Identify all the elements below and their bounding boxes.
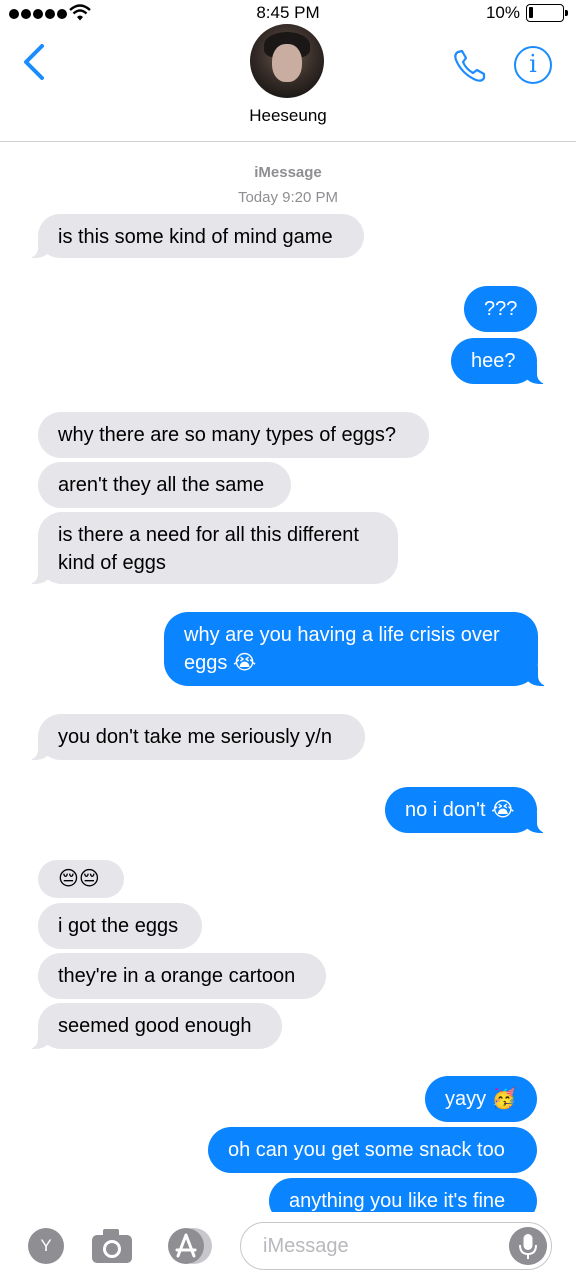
message-incoming[interactable]: is there a need for all this different k…	[28, 512, 398, 584]
thread-timestamp: Today 9:20 PM	[237, 189, 339, 206]
contact-name[interactable]: Heeseung	[0, 106, 576, 126]
message-incoming[interactable]: i got the eggs	[38, 903, 202, 949]
message-incoming[interactable]: you don't take me seriously y/n	[28, 714, 365, 760]
message-input[interactable]: iMessage	[240, 1222, 552, 1270]
camera-icon[interactable]	[90, 1226, 134, 1266]
microphone-icon[interactable]	[509, 1227, 547, 1265]
message-outgoing[interactable]: no i don't 😭	[385, 787, 547, 833]
message-outgoing[interactable]: why are you having a life crisis over eg…	[164, 612, 548, 686]
conversation-header: Heeseung i	[0, 0, 576, 142]
message-outgoing[interactable]: hee?	[451, 338, 547, 384]
message-outgoing[interactable]: oh can you get some snack too	[208, 1127, 537, 1173]
message-incoming[interactable]: aren't they all the same	[38, 462, 291, 508]
service-label: iMessage	[254, 164, 322, 181]
message-incoming[interactable]: seemed good enough	[28, 1003, 282, 1049]
chevron-left-icon[interactable]	[18, 42, 52, 82]
message-outgoing[interactable]: yayy 🥳	[425, 1076, 537, 1122]
message-outgoing[interactable]: ???	[464, 286, 537, 332]
message-incoming[interactable]: is this some kind of mind game	[28, 214, 364, 258]
contact-avatar[interactable]	[250, 24, 324, 98]
phone-icon[interactable]	[450, 46, 490, 86]
appstore-icon[interactable]	[164, 1226, 214, 1266]
message-incoming[interactable]: why there are so many types of eggs?	[38, 412, 429, 458]
message-input-placeholder: iMessage	[263, 1235, 349, 1257]
info-icon[interactable]: i	[514, 46, 552, 84]
message-incoming-emoji[interactable]: 😔😔	[38, 860, 124, 898]
message-incoming[interactable]: they're in a orange cartoon	[38, 953, 326, 999]
compose-bar: Y iMessage	[0, 1212, 576, 1280]
app-y-button[interactable]: Y	[28, 1228, 64, 1264]
